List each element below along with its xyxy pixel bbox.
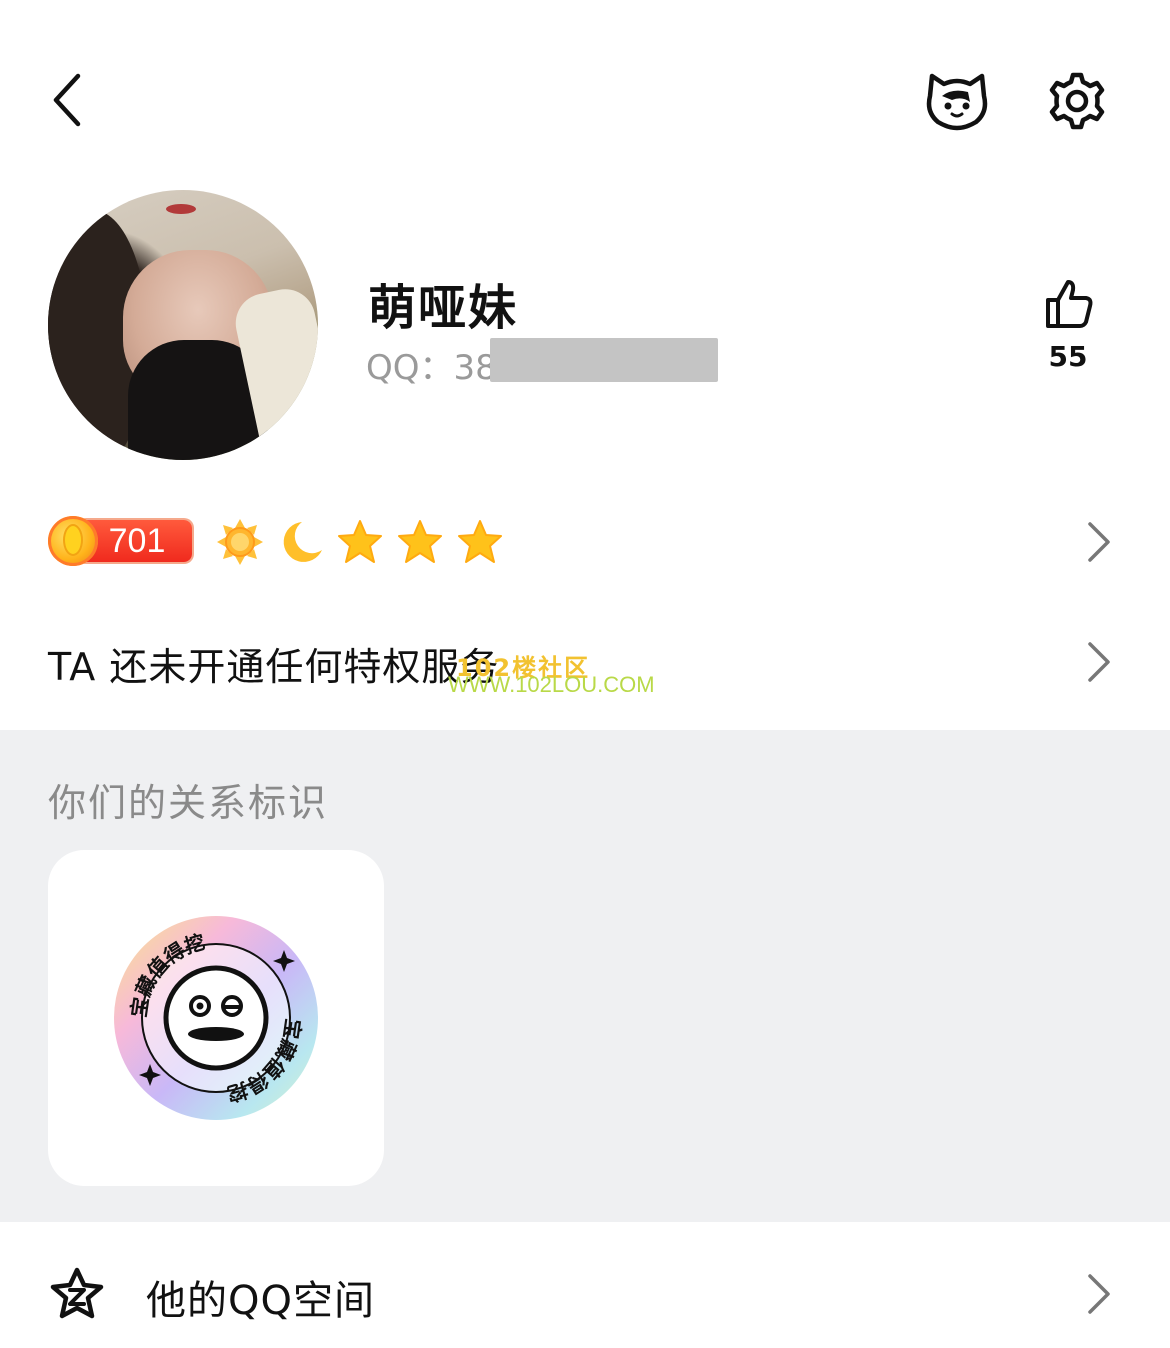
star-icon: [336, 518, 384, 566]
level-row[interactable]: [48, 512, 1118, 572]
star-icon: [396, 518, 444, 566]
chevron-left-icon: [53, 73, 81, 127]
watermark-en: WWW.102LOU.COM: [448, 672, 655, 697]
like-button[interactable]: [1040, 276, 1096, 332]
qzone-label: 他的QQ空间: [146, 1278, 375, 1324]
relation-title: 你们的关系标识: [48, 781, 329, 825]
privilege-chevron-right-icon[interactable]: [1084, 640, 1114, 684]
gear-icon: [1049, 72, 1105, 130]
back-button[interactable]: [40, 62, 100, 138]
treasure-badge-icon: 宝藏值得挖掘 宝藏值得挖掘: [102, 895, 320, 1122]
settings-button[interactable]: [1046, 70, 1108, 132]
qq-number: QQ：38: [366, 348, 497, 388]
nickname: 萌哑妹: [368, 280, 519, 336]
privilege-status[interactable]: TA 还未开通任何特权服务: [48, 636, 499, 691]
qzone-star-icon: [48, 1266, 106, 1324]
sun-icon: [216, 518, 264, 566]
level-value: 701: [108, 522, 166, 560]
pet-face-icon: [926, 73, 988, 131]
qzone-chevron-right-icon[interactable]: [1084, 1272, 1114, 1316]
star-icon: [456, 518, 504, 566]
like-count: 55: [1048, 340, 1088, 373]
moon-icon: [276, 518, 324, 566]
level-chevron-right-icon[interactable]: [1084, 520, 1114, 564]
avatar[interactable]: [48, 190, 318, 460]
thumbs-up-icon: [1046, 280, 1093, 328]
level-badge: 701: [48, 516, 194, 566]
pet-button[interactable]: [922, 66, 992, 132]
qq-redaction-bar: [490, 338, 718, 382]
